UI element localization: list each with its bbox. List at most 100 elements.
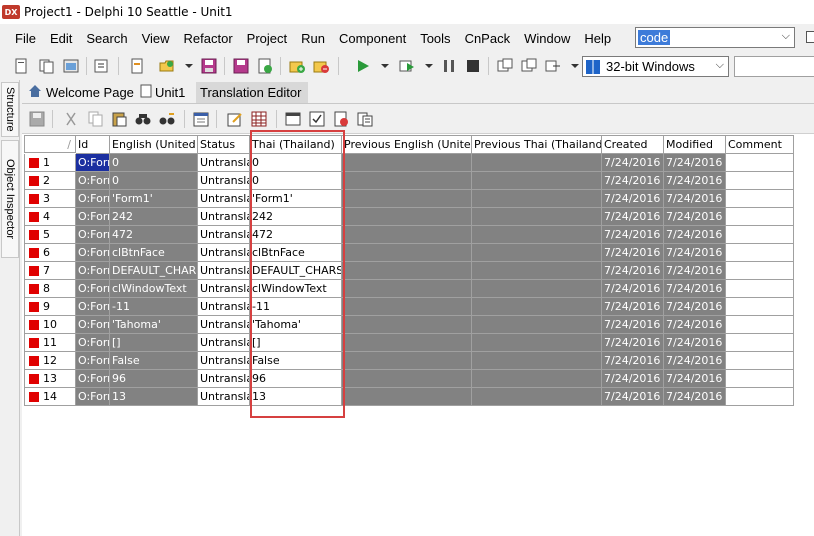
- row-indicator[interactable]: 5: [24, 226, 76, 244]
- cell-created[interactable]: 7/24/2016 1: [602, 172, 664, 190]
- cell-id[interactable]: O:Form: [76, 208, 110, 226]
- menu-project[interactable]: Project: [240, 31, 294, 46]
- chevron-down-icon[interactable]: [376, 57, 394, 75]
- save-icon[interactable]: [28, 110, 46, 128]
- cell-status[interactable]: Untranslat: [198, 244, 250, 262]
- remove-file-icon[interactable]: [312, 57, 330, 75]
- row-indicator[interactable]: 6: [24, 244, 76, 262]
- cell-comment[interactable]: [726, 316, 794, 334]
- tab-unit1[interactable]: Unit1: [140, 82, 194, 103]
- row-indicator[interactable]: 13: [24, 370, 76, 388]
- cell-english[interactable]: 'Tahoma': [110, 316, 198, 334]
- run-icon[interactable]: [354, 57, 372, 75]
- cell-comment[interactable]: [726, 388, 794, 406]
- cell-english[interactable]: False: [110, 352, 198, 370]
- cell-english[interactable]: 'Form1': [110, 190, 198, 208]
- cell-created[interactable]: 7/24/2016 1: [602, 298, 664, 316]
- cell-comment[interactable]: [726, 226, 794, 244]
- cut-icon[interactable]: [62, 110, 80, 128]
- cell-modified[interactable]: 7/24/2016 1: [664, 316, 726, 334]
- cell-thai[interactable]: 13: [250, 388, 342, 406]
- column-header-created[interactable]: Created: [602, 135, 664, 154]
- cell-id[interactable]: O:Form: [76, 226, 110, 244]
- cell-previous-english[interactable]: [342, 154, 472, 172]
- cell-status[interactable]: Untranslat: [198, 154, 250, 172]
- cell-previous-thai[interactable]: [472, 388, 602, 406]
- cell-thai[interactable]: False: [250, 352, 342, 370]
- cell-previous-thai[interactable]: [472, 352, 602, 370]
- row-indicator[interactable]: 7: [24, 262, 76, 280]
- cell-status[interactable]: Untranslat: [198, 172, 250, 190]
- row-indicator[interactable]: 10: [24, 316, 76, 334]
- column-header-status[interactable]: Status: [198, 135, 250, 154]
- row-indicator[interactable]: 1: [24, 154, 76, 172]
- cell-modified[interactable]: 7/24/2016 1: [664, 244, 726, 262]
- cell-modified[interactable]: 7/24/2016 1: [664, 172, 726, 190]
- cell-comment[interactable]: [726, 172, 794, 190]
- cell-created[interactable]: 7/24/2016 1: [602, 388, 664, 406]
- cell-id[interactable]: O:Form: [76, 172, 110, 190]
- cell-modified[interactable]: 7/24/2016 1: [664, 208, 726, 226]
- desktop-layout-combo[interactable]: code ⌵: [635, 27, 795, 48]
- cell-english[interactable]: 472: [110, 226, 198, 244]
- run-without-debug-icon[interactable]: [398, 57, 416, 75]
- cell-thai[interactable]: -11: [250, 298, 342, 316]
- column-header-previous-english[interactable]: Previous English (United St: [342, 135, 472, 154]
- cell-status[interactable]: Untranslat: [198, 316, 250, 334]
- menu-edit[interactable]: Edit: [43, 31, 79, 46]
- menu-tools[interactable]: Tools: [413, 31, 457, 46]
- cell-id[interactable]: O:Form: [76, 388, 110, 406]
- cell-thai[interactable]: 242: [250, 208, 342, 226]
- chevron-down-icon[interactable]: [180, 57, 198, 75]
- cell-english[interactable]: clBtnFace: [110, 244, 198, 262]
- menu-cnpack[interactable]: CnPack: [458, 31, 518, 46]
- project-manager-icon[interactable]: [92, 57, 110, 75]
- cell-previous-thai[interactable]: [472, 298, 602, 316]
- cell-comment[interactable]: [726, 298, 794, 316]
- cell-previous-thai[interactable]: [472, 244, 602, 262]
- calendar-icon[interactable]: [192, 110, 210, 128]
- find-next-icon[interactable]: [158, 110, 176, 128]
- cell-modified[interactable]: 7/24/2016 1: [664, 298, 726, 316]
- open-project-icon[interactable]: [62, 57, 80, 75]
- properties-icon[interactable]: [356, 110, 374, 128]
- cell-created[interactable]: 7/24/2016 1: [602, 244, 664, 262]
- cell-previous-english[interactable]: [342, 298, 472, 316]
- cell-id[interactable]: O:Form: [76, 244, 110, 262]
- row-indicator[interactable]: 9: [24, 298, 76, 316]
- column-header-id[interactable]: Id: [76, 135, 110, 154]
- cell-modified[interactable]: 7/24/2016 1: [664, 388, 726, 406]
- cell-status[interactable]: Untranslat: [198, 262, 250, 280]
- chevron-down-icon[interactable]: ⌵: [782, 30, 790, 43]
- checklist-icon[interactable]: [308, 110, 326, 128]
- cell-previous-english[interactable]: [342, 370, 472, 388]
- run-to-cursor-icon[interactable]: [544, 57, 562, 75]
- cell-previous-english[interactable]: [342, 316, 472, 334]
- cell-english[interactable]: -11: [110, 298, 198, 316]
- cell-created[interactable]: 7/24/2016 1: [602, 262, 664, 280]
- menu-view[interactable]: View: [135, 31, 177, 46]
- column-header-modified[interactable]: Modified: [664, 135, 726, 154]
- menu-component[interactable]: Component: [332, 31, 413, 46]
- cell-previous-english[interactable]: [342, 262, 472, 280]
- cell-modified[interactable]: 7/24/2016 1: [664, 334, 726, 352]
- cell-english[interactable]: 0: [110, 172, 198, 190]
- cell-english[interactable]: 242: [110, 208, 198, 226]
- cell-comment[interactable]: [726, 244, 794, 262]
- cell-comment[interactable]: [726, 334, 794, 352]
- open-file-icon[interactable]: [158, 57, 176, 75]
- edit-icon[interactable]: [226, 110, 244, 128]
- row-indicator[interactable]: 8: [24, 280, 76, 298]
- cell-created[interactable]: 7/24/2016 1: [602, 190, 664, 208]
- cell-previous-thai[interactable]: [472, 190, 602, 208]
- copy-icon[interactable]: [86, 110, 104, 128]
- column-header-english[interactable]: English (United St: [110, 135, 198, 154]
- cell-previous-english[interactable]: [342, 190, 472, 208]
- tab-welcome-page[interactable]: Welcome Page: [28, 82, 136, 103]
- cell-thai[interactable]: 96: [250, 370, 342, 388]
- cell-thai[interactable]: 0: [250, 154, 342, 172]
- cell-created[interactable]: 7/24/2016 1: [602, 280, 664, 298]
- cell-comment[interactable]: [726, 352, 794, 370]
- menu-run[interactable]: Run: [294, 31, 332, 46]
- cell-modified[interactable]: 7/24/2016 1: [664, 262, 726, 280]
